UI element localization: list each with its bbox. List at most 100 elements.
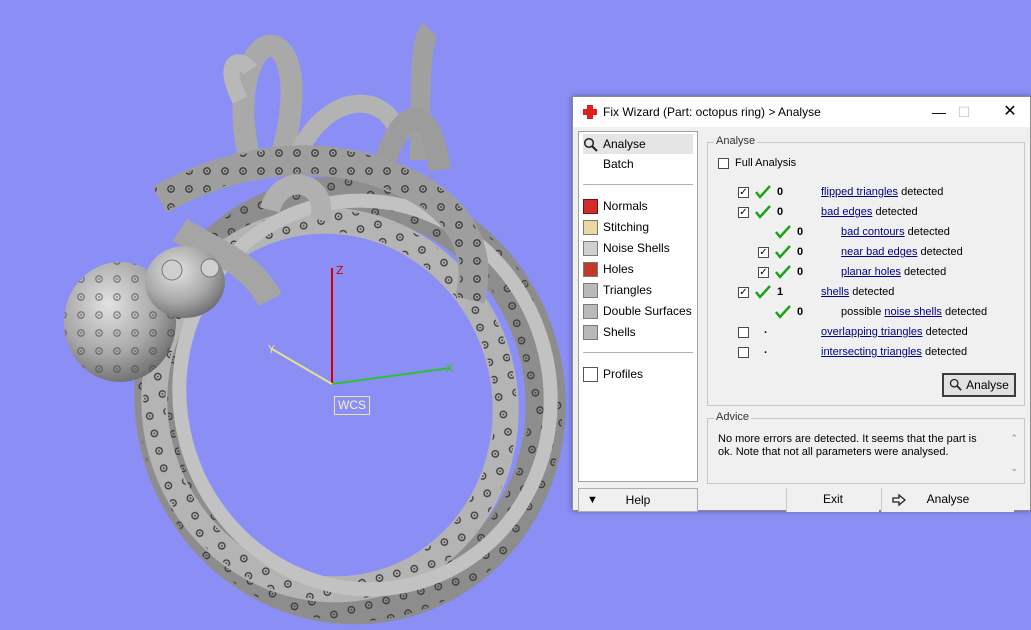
ok-check-icon — [755, 285, 771, 299]
sidebar-item-label: Stitching — [603, 220, 650, 234]
help-button[interactable]: ▼ Help — [578, 488, 698, 512]
sidebar-item-triangles[interactable]: Triangles — [583, 280, 693, 300]
intersecting-triangles-link[interactable]: intersecting triangles — [821, 346, 922, 358]
sidebar-item-label: Noise Shells — [603, 241, 670, 255]
sidebar-item-shells[interactable]: Shells — [583, 322, 693, 342]
axis-y-label: Y — [268, 343, 275, 356]
shells-icon — [583, 324, 598, 340]
bad-contours-count: 0 — [797, 226, 804, 238]
red-cross-icon — [583, 105, 597, 119]
close-button[interactable]: ✕ — [987, 97, 1031, 127]
sidebar-item-label: Normals — [603, 199, 648, 213]
help-button-label: Help — [625, 493, 651, 507]
sidebar-item-holes[interactable]: Holes — [583, 259, 693, 279]
flipped-triangles-row: flipped triangles detected — [821, 186, 944, 198]
noise-shells-row: possible noise shells detected — [841, 306, 988, 318]
sidebar-item-label: Shells — [603, 325, 636, 339]
ok-check-icon — [775, 265, 791, 279]
maximize-button[interactable]: ☐ — [941, 97, 987, 127]
overlapping-triangles-row: overlapping triangles detected — [821, 326, 968, 338]
planar-holes-link[interactable]: planar holes — [841, 266, 901, 278]
sidebar-item-label: Profiles — [603, 367, 644, 381]
exit-button-label: Exit — [822, 492, 843, 506]
intersecting-triangles-count: . — [764, 344, 768, 356]
sidebar-item-label: Holes — [603, 262, 634, 276]
planar-holes-checkbox[interactable]: ✓ — [758, 267, 769, 278]
fix-wizard-window: Fix Wizard (Part: octopus ring) > Analys… — [572, 96, 1031, 512]
ok-check-icon — [775, 225, 791, 239]
sidebar-item-noise-shells[interactable]: Noise Shells — [583, 238, 693, 258]
bad-contours-row: bad contours detected — [841, 226, 950, 238]
bad-edges-checkbox[interactable]: ✓ — [738, 207, 749, 218]
sidebar-item-label: Analyse — [603, 137, 646, 151]
planar-holes-row: planar holes detected — [841, 266, 947, 278]
holes-icon — [583, 261, 598, 277]
magnifier-icon — [583, 137, 598, 152]
axis-x-label: X — [446, 362, 454, 375]
stitching-icon — [583, 219, 598, 235]
advice-group: Advice No more errors are detected. It s… — [707, 411, 1025, 484]
analyse-button-label: Analyse — [966, 378, 1009, 392]
profiles-icon — [583, 366, 598, 382]
sidebar-divider — [583, 184, 693, 185]
scroll-up-icon[interactable]: ⌃ — [1010, 433, 1018, 444]
sidebar-item-label: Triangles — [603, 283, 652, 297]
exit-button[interactable]: Exit — [786, 488, 879, 512]
ok-check-icon — [775, 245, 791, 259]
shells-count: 1 — [777, 286, 784, 298]
bad-edges-link[interactable]: bad edges — [821, 206, 872, 218]
sidebar-item-stitching[interactable]: Stitching — [583, 217, 693, 237]
triangles-icon — [583, 282, 598, 298]
bad-contours-link[interactable]: bad contours — [841, 226, 905, 238]
axis-z-label: Z — [336, 264, 344, 277]
sidebar-item-double-surfaces[interactable]: Double Surfaces — [583, 301, 693, 321]
overlapping-triangles-checkbox[interactable] — [738, 327, 749, 338]
analyse-next-button-label: Analyse — [926, 492, 970, 506]
bad-edges-count: 0 — [777, 206, 784, 218]
sidebar-item-normals[interactable]: Normals — [583, 196, 693, 216]
near-bad-edges-count: 0 — [797, 246, 804, 258]
near-bad-edges-link[interactable]: near bad edges — [841, 246, 917, 258]
title-bar[interactable]: Fix Wizard (Part: octopus ring) > Analys… — [573, 97, 1030, 127]
flipped-triangles-link[interactable]: flipped triangles — [821, 186, 898, 198]
double-surfaces-icon — [583, 303, 598, 319]
noise-shells-icon — [583, 240, 598, 256]
batch-icon — [583, 157, 598, 172]
flipped-triangles-checkbox[interactable]: ✓ — [738, 187, 749, 198]
intersecting-triangles-checkbox[interactable] — [738, 347, 749, 358]
near-bad-edges-row: near bad edges detected — [841, 246, 963, 258]
shells-checkbox[interactable]: ✓ — [738, 287, 749, 298]
ok-check-icon — [755, 185, 771, 199]
planar-holes-count: 0 — [797, 266, 804, 278]
analyse-group-title: Analyse — [714, 135, 758, 147]
triangle-down-icon: ▼ — [587, 494, 598, 506]
sidebar-divider — [583, 352, 693, 353]
sidebar: Analyse Batch Normals Stitching Noise Sh… — [578, 131, 698, 482]
advice-group-title: Advice — [714, 411, 752, 423]
scroll-down-icon[interactable]: ⌄ — [1010, 463, 1018, 474]
analyse-button[interactable]: Analyse — [942, 373, 1016, 397]
sidebar-item-profiles[interactable]: Profiles — [583, 364, 693, 384]
overlapping-triangles-count: . — [764, 324, 768, 336]
arrow-right-icon — [892, 494, 906, 506]
shells-row: shells detected — [821, 286, 895, 298]
sidebar-item-label: Batch — [603, 157, 634, 171]
sidebar-item-batch[interactable]: Batch — [583, 154, 693, 174]
bad-edges-row: bad edges detected — [821, 206, 918, 218]
ok-check-icon — [755, 205, 771, 219]
full-analysis-label: Full Analysis — [735, 157, 797, 169]
flipped-triangles-count: 0 — [777, 186, 784, 198]
wcs-label: WCS — [334, 396, 370, 415]
normals-icon — [583, 198, 598, 214]
shells-link[interactable]: shells — [821, 286, 849, 298]
sidebar-item-analyse[interactable]: Analyse — [583, 134, 693, 154]
noise-shells-count: 0 — [797, 306, 804, 318]
analyse-next-button[interactable]: Analyse — [881, 488, 1014, 512]
overlapping-triangles-link[interactable]: overlapping triangles — [821, 326, 923, 338]
noise-shells-link[interactable]: noise shells — [884, 306, 941, 318]
ok-check-icon — [775, 305, 791, 319]
magnifier-icon — [949, 378, 962, 391]
advice-text: No more errors are detected. It seems th… — [718, 433, 977, 458]
near-bad-edges-checkbox[interactable]: ✓ — [758, 247, 769, 258]
full-analysis-checkbox[interactable] — [718, 158, 729, 169]
